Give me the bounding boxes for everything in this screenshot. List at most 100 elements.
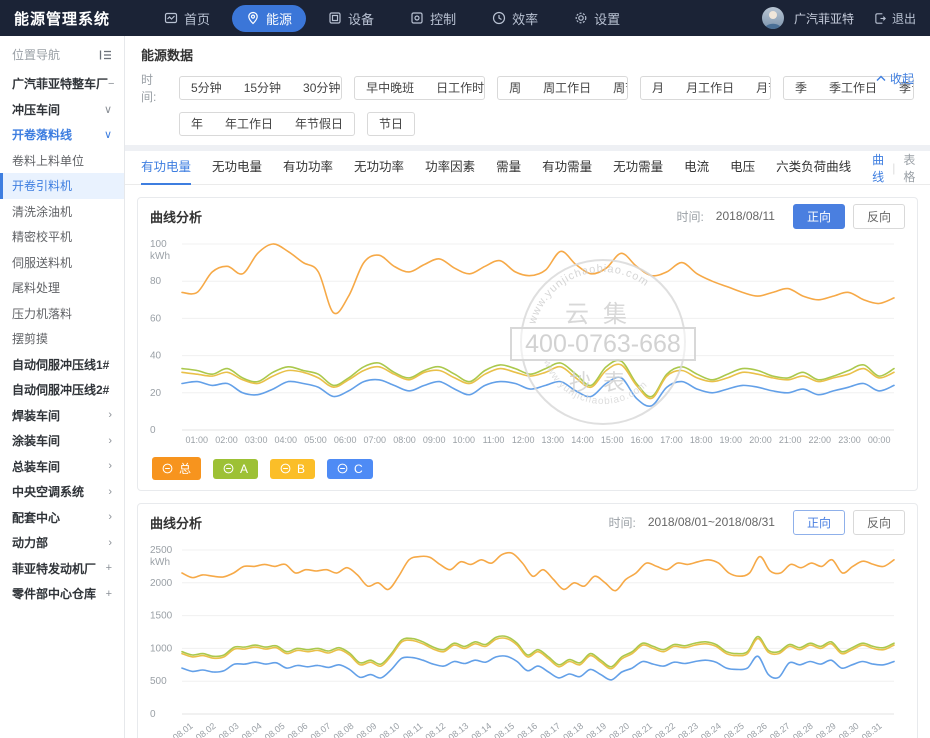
collapse-tree-icon[interactable] <box>99 49 112 61</box>
chevron-right-icon[interactable]: › <box>108 486 112 498</box>
sidebar-item-label: 冲压车间 <box>12 101 60 118</box>
sidebar-item[interactable]: 配套中心 › <box>0 505 124 531</box>
plus-icon[interactable]: + <box>106 562 112 574</box>
time-filter-option[interactable]: 周工作日 <box>532 77 602 99</box>
chevron-right-icon[interactable]: › <box>108 409 112 421</box>
svg-text:08.25: 08.25 <box>722 721 746 738</box>
sidebar-item[interactable]: 自动伺服冲压线1# <box>0 352 124 378</box>
svg-text:08.19: 08.19 <box>584 721 608 738</box>
metric-tab[interactable]: 功率因素 <box>425 151 475 185</box>
legend-tag[interactable]: A <box>213 459 258 479</box>
metric-tab[interactable]: 无功电量 <box>212 151 262 185</box>
time-filter-option[interactable]: 30分钟 <box>292 77 342 99</box>
sidebar-item[interactable]: 开卷落料线 ∨ <box>0 122 124 148</box>
sidebar-item[interactable]: 总装车间 › <box>0 454 124 480</box>
metric-tab[interactable]: 电流 <box>684 151 709 185</box>
sidebar-item[interactable]: 冲压车间 ∨ <box>0 97 124 123</box>
time-filter-option[interactable]: 年工作日 <box>214 113 284 135</box>
svg-text:18:00: 18:00 <box>690 435 713 445</box>
time-filter-option[interactable]: 年节假日 <box>284 113 354 135</box>
chevron-right-icon[interactable]: › <box>108 537 112 549</box>
time-filter-option[interactable]: 5分钟 <box>180 77 233 99</box>
chevron-right-icon[interactable]: › <box>108 511 112 523</box>
svg-text:500: 500 <box>150 676 167 687</box>
nav-item-energy[interactable]: 能源 <box>232 5 306 32</box>
metric-tab[interactable]: 有功需量 <box>542 151 592 185</box>
forward-button[interactable]: 正向 <box>793 204 845 229</box>
sidebar-item[interactable]: 菲亚特发动机厂 + <box>0 556 124 582</box>
metric-tab[interactable]: 有功电量 <box>141 151 191 185</box>
nav-item-label: 首页 <box>184 9 210 28</box>
legend-tag[interactable]: B <box>270 459 315 479</box>
view-curve-button[interactable]: 曲线 <box>872 151 884 185</box>
collapse-filters-button[interactable]: 收起 <box>876 70 914 87</box>
chevron-right-icon[interactable]: › <box>108 460 112 472</box>
sidebar-item[interactable]: 卷料上料单位 <box>0 148 124 174</box>
svg-text:12:00: 12:00 <box>512 435 535 445</box>
chevron-down-icon[interactable]: ∨ <box>104 103 112 116</box>
nav-item-efficiency[interactable]: 效率 <box>478 5 552 32</box>
metric-tab[interactable]: 无功功率 <box>354 151 404 185</box>
chart-time-label: 时间: <box>609 514 636 531</box>
sidebar-item[interactable]: 自动伺服冲压线2# <box>0 377 124 403</box>
sidebar-item[interactable]: 零件部中心仓库 + <box>0 581 124 607</box>
sidebar-item[interactable]: 广汽菲亚特整车厂 − <box>0 71 124 97</box>
time-filter-option[interactable]: 日工作时 <box>425 77 485 99</box>
sidebar-item[interactable]: 清洗涂油机 <box>0 199 124 225</box>
svg-text:08.27: 08.27 <box>768 721 792 738</box>
nav-item-home[interactable]: 首页 <box>150 5 224 32</box>
metric-tab[interactable]: 六类负荷曲线 <box>776 151 851 185</box>
legend-label: 总 <box>179 460 191 477</box>
svg-text:19:00: 19:00 <box>720 435 743 445</box>
sidebar-item-label: 零件部中心仓库 <box>12 585 96 602</box>
svg-text:2500: 2500 <box>150 545 173 556</box>
sidebar-item[interactable]: 中央空调系统 › <box>0 479 124 505</box>
time-filter-option[interactable]: 周 <box>498 77 532 99</box>
svg-text:1500: 1500 <box>150 611 173 622</box>
svg-text:08.22: 08.22 <box>653 721 677 738</box>
time-filter-option[interactable]: 周节假日 <box>602 77 628 99</box>
time-filter-option[interactable]: 季 <box>784 77 818 99</box>
svg-text:09:00: 09:00 <box>423 435 446 445</box>
avatar[interactable] <box>762 7 784 29</box>
time-filter-option[interactable]: 早中晚班 <box>355 77 425 99</box>
time-filter-option[interactable]: 年 <box>180 113 214 135</box>
legend-tag[interactable]: C <box>327 459 373 479</box>
minus-icon[interactable]: − <box>108 78 114 90</box>
sidebar-item[interactable]: 摆剪摸 <box>0 326 124 352</box>
reverse-button[interactable]: 反向 <box>853 204 905 229</box>
sidebar-item[interactable]: 伺服送料机 <box>0 250 124 276</box>
sidebar-item[interactable]: 压力机落料 <box>0 301 124 327</box>
time-filter-option[interactable]: 月工作日 <box>675 77 745 99</box>
metric-tab[interactable]: 电压 <box>730 151 755 185</box>
daily-line-chart: 020406080100kWh01:0002:0003:0004:0005:00… <box>148 234 906 450</box>
legend-tag[interactable]: 总 <box>152 457 201 480</box>
chevron-down-icon[interactable]: ∨ <box>104 128 112 141</box>
time-filter-group: 年年工作日年节假日 <box>179 112 355 136</box>
forward-button[interactable]: 正向 <box>793 510 845 535</box>
metric-tab[interactable]: 有功功率 <box>283 151 333 185</box>
logout-button[interactable]: 退出 <box>874 10 916 27</box>
time-filter-option[interactable]: 节日 <box>368 113 414 135</box>
chart-title: 曲线分析 <box>150 207 202 226</box>
time-filter-option[interactable]: 15分钟 <box>233 77 292 99</box>
sidebar-item[interactable]: 精密校平机 <box>0 224 124 250</box>
nav-item-control[interactable]: 控制 <box>396 5 470 32</box>
time-filter-option[interactable]: 月 <box>641 77 675 99</box>
nav-item-device[interactable]: 设备 <box>314 5 388 32</box>
time-filter-option[interactable]: 月节假日 <box>745 77 771 99</box>
nav-item-settings[interactable]: 设置 <box>560 5 634 32</box>
chevron-right-icon[interactable]: › <box>108 435 112 447</box>
sidebar-item-label: 配套中心 <box>12 509 60 526</box>
svg-text:07:00: 07:00 <box>364 435 387 445</box>
metric-tab[interactable]: 需量 <box>496 151 521 185</box>
sidebar-item[interactable]: 尾料处理 <box>0 275 124 301</box>
sidebar-item[interactable]: 动力部 › <box>0 530 124 556</box>
metric-tab[interactable]: 无功需量 <box>613 151 663 185</box>
sidebar-item[interactable]: 涂装车间 › <box>0 428 124 454</box>
view-table-button[interactable]: 表格 <box>903 151 915 185</box>
sidebar-item[interactable]: 焊装车间 › <box>0 403 124 429</box>
sidebar-item[interactable]: 开卷引料机 <box>0 173 124 199</box>
reverse-button[interactable]: 反向 <box>853 510 905 535</box>
plus-icon[interactable]: + <box>106 588 112 600</box>
